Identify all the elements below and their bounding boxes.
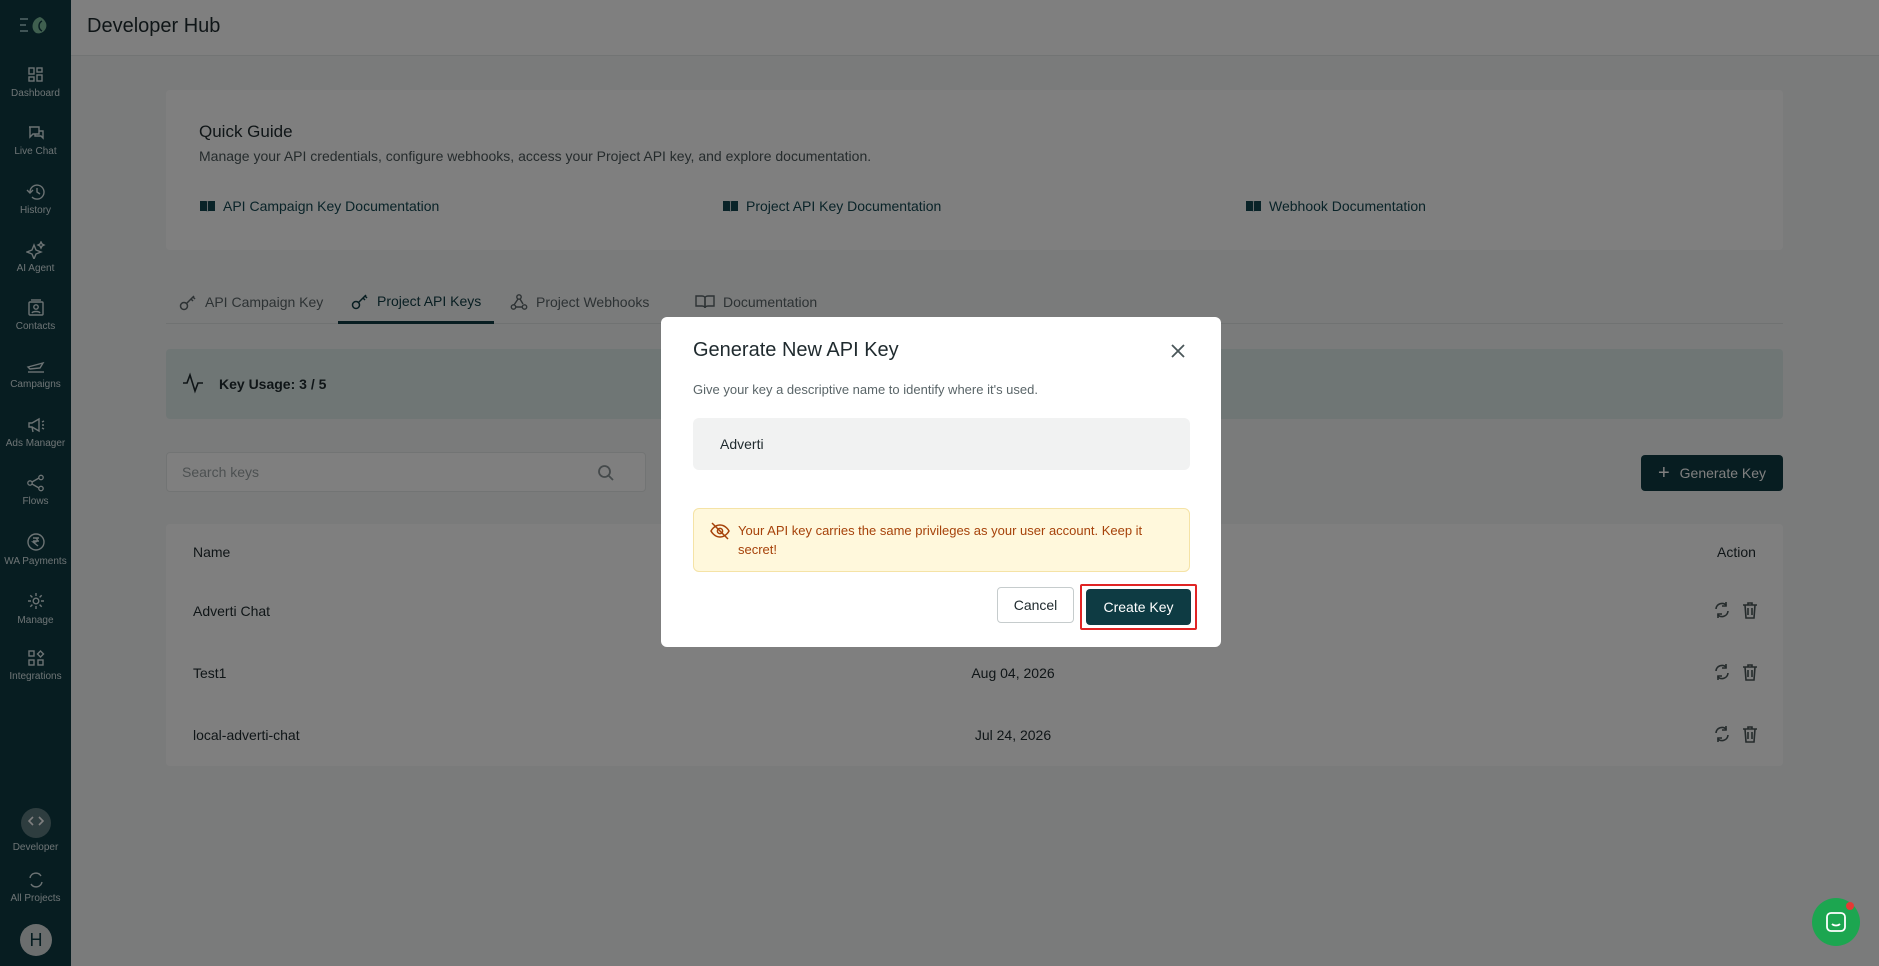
security-warning: Your API key carries the same privileges… bbox=[693, 508, 1190, 572]
create-key-button[interactable]: Create Key bbox=[1086, 589, 1191, 625]
generate-key-dialog: Generate New API Key Give your key a des… bbox=[661, 317, 1221, 647]
chat-bubble-icon bbox=[1826, 912, 1846, 932]
close-icon[interactable] bbox=[1168, 341, 1188, 361]
dialog-subtitle: Give your key a descriptive name to iden… bbox=[693, 382, 1038, 397]
key-name-input[interactable] bbox=[693, 418, 1190, 470]
notification-dot bbox=[1846, 902, 1854, 910]
warning-text: Your API key carries the same privileges… bbox=[738, 523, 1143, 557]
key-name-field bbox=[693, 418, 1190, 470]
eye-off-icon bbox=[710, 522, 730, 540]
create-key-highlight: Create Key bbox=[1080, 584, 1197, 630]
cancel-button[interactable]: Cancel bbox=[997, 587, 1074, 623]
dialog-title: Generate New API Key bbox=[693, 339, 899, 361]
support-chat-button[interactable] bbox=[1812, 898, 1860, 946]
